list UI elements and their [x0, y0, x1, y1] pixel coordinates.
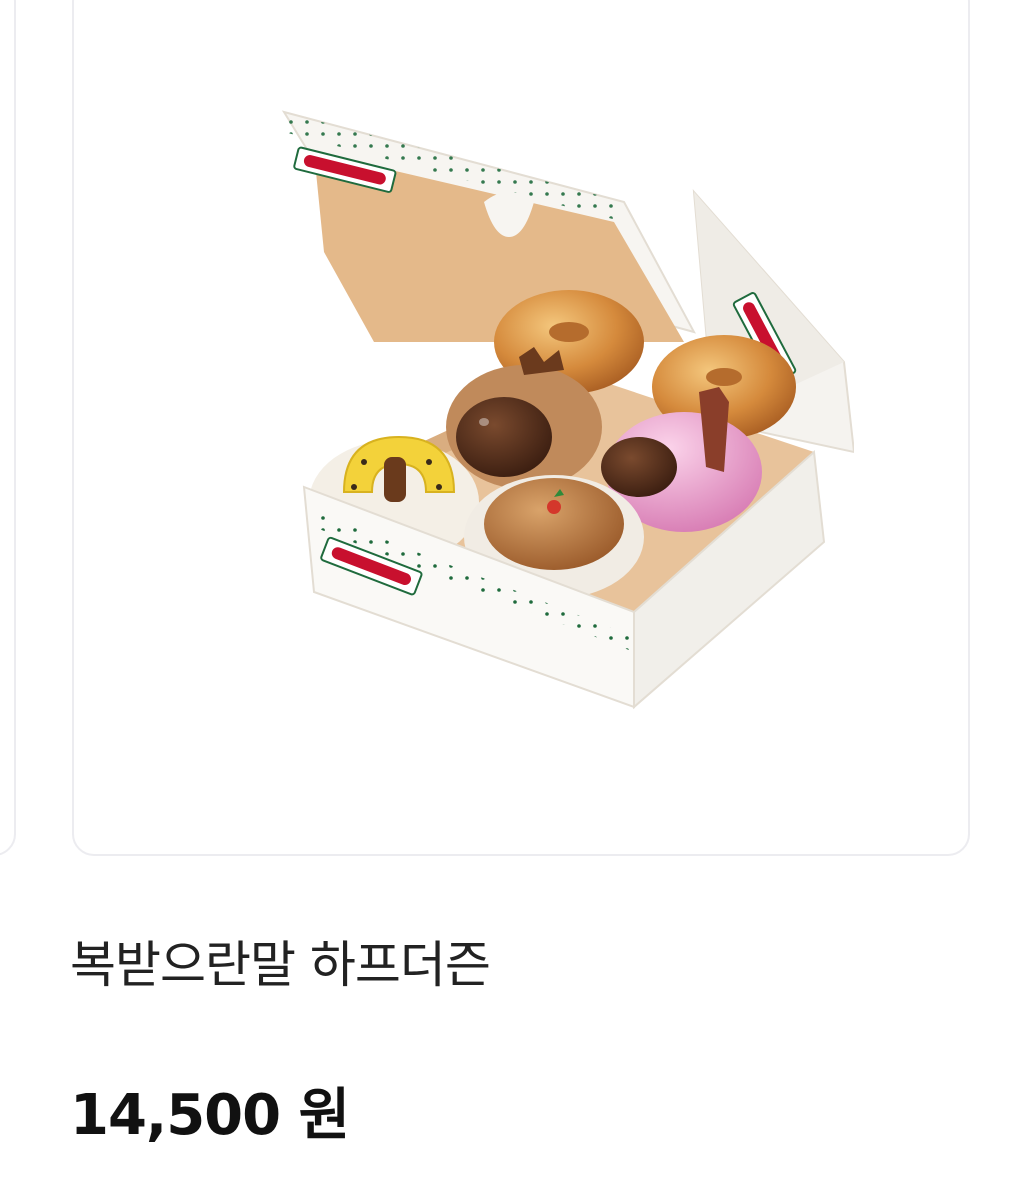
- product-card[interactable]: [72, 0, 970, 856]
- product-name[interactable]: 복받으란말 하프더즌: [70, 925, 491, 997]
- product-price: 14,500 원: [70, 1083, 350, 1148]
- donut-box-image: [281, 110, 854, 710]
- previous-product-card[interactable]: [0, 0, 16, 856]
